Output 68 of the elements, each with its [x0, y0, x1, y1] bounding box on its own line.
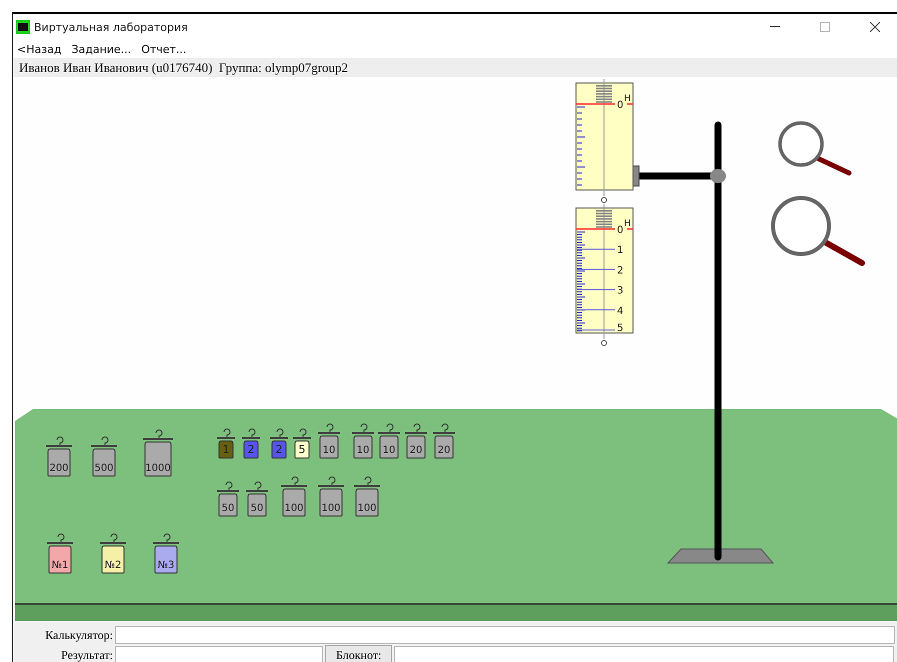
scale-label: 0 [617, 225, 624, 236]
app-icon [16, 20, 30, 34]
scale-label: 1 [617, 245, 624, 256]
weight-icon[interactable] [153, 534, 179, 574]
weight-icon[interactable] [100, 534, 126, 574]
minimize-icon [770, 26, 780, 28]
magnifier-icon[interactable] [778, 121, 852, 176]
weight-label: 500 [94, 463, 114, 474]
weight-label: 2 [276, 443, 282, 456]
scale-label: 0 [617, 100, 624, 111]
weight-label: 10 [382, 445, 396, 456]
weight-icon[interactable] [405, 424, 427, 458]
result-field[interactable] [115, 646, 323, 662]
magnifier-icon[interactable] [771, 196, 865, 266]
weight-label: 100 [321, 503, 341, 514]
scale-label: 4 [617, 306, 624, 317]
weight-icon[interactable] [433, 424, 455, 458]
scale-label: 3 [617, 286, 624, 297]
scale-label: 2 [617, 265, 624, 276]
menu-item[interactable]: Задание... [71, 42, 132, 56]
weight-icon[interactable] [143, 430, 173, 476]
weight-icon[interactable] [352, 424, 374, 458]
weight-label: 100 [284, 503, 304, 514]
weight-label: №2 [104, 560, 122, 571]
weight-label: 50 [250, 503, 264, 514]
close-icon [870, 22, 880, 32]
weight-icon[interactable] [91, 436, 117, 476]
weight-icon[interactable] [378, 424, 400, 458]
window-title: Виртуальная лаборатория [34, 20, 189, 34]
scale-label: 5 [617, 323, 624, 334]
weight-icon[interactable] [281, 476, 307, 516]
weight-icon[interactable] [242, 428, 260, 458]
notebook-button[interactable]: Блокнот: [325, 645, 392, 662]
weight-label: 5 [298, 443, 306, 456]
weight-label: 200 [49, 463, 69, 474]
weight-label: №1 [52, 560, 68, 571]
weight-icon[interactable] [47, 534, 73, 574]
dynamometer-drawing[interactable] [576, 204, 634, 346]
menu-item[interactable]: <Назад [17, 42, 62, 56]
calculator-field[interactable] [115, 626, 895, 644]
weight-icon[interactable] [217, 482, 239, 516]
weight-label: 10 [322, 445, 336, 456]
notebook-field[interactable] [394, 646, 894, 662]
weight-label: 50 [222, 503, 234, 514]
weight-icon[interactable] [293, 428, 311, 458]
weight-icon[interactable] [318, 424, 340, 458]
menu-item[interactable]: Отчет... [141, 42, 186, 56]
unit-label: H [624, 219, 631, 229]
weight-label: 2 [248, 443, 254, 456]
weight-label: 10 [356, 445, 370, 456]
weight-label: №3 [158, 560, 174, 571]
result-label: Результат: [60, 648, 114, 662]
weight-label: 1 [222, 443, 230, 456]
user-info: Иванов Иван Иванович (u0176740) Группа: olymp07group2 [19, 60, 348, 76]
weight-icon[interactable] [270, 428, 288, 458]
weight-label: 20 [410, 445, 422, 456]
maximize-icon [820, 22, 830, 32]
unit-label: H [624, 94, 631, 104]
weight-icon[interactable] [46, 436, 72, 476]
dynamometer-drawing[interactable] [576, 78, 634, 203]
weight-label: 100 [357, 503, 377, 514]
weight-icon[interactable] [246, 482, 268, 516]
weight-icon[interactable] [318, 476, 344, 516]
weight-icon[interactable] [354, 476, 380, 516]
weight-label: 1000 [145, 463, 171, 474]
weight-icon[interactable] [217, 428, 235, 458]
calculator-label: Калькулятор: [44, 628, 114, 642]
weight-label: 20 [438, 445, 450, 456]
